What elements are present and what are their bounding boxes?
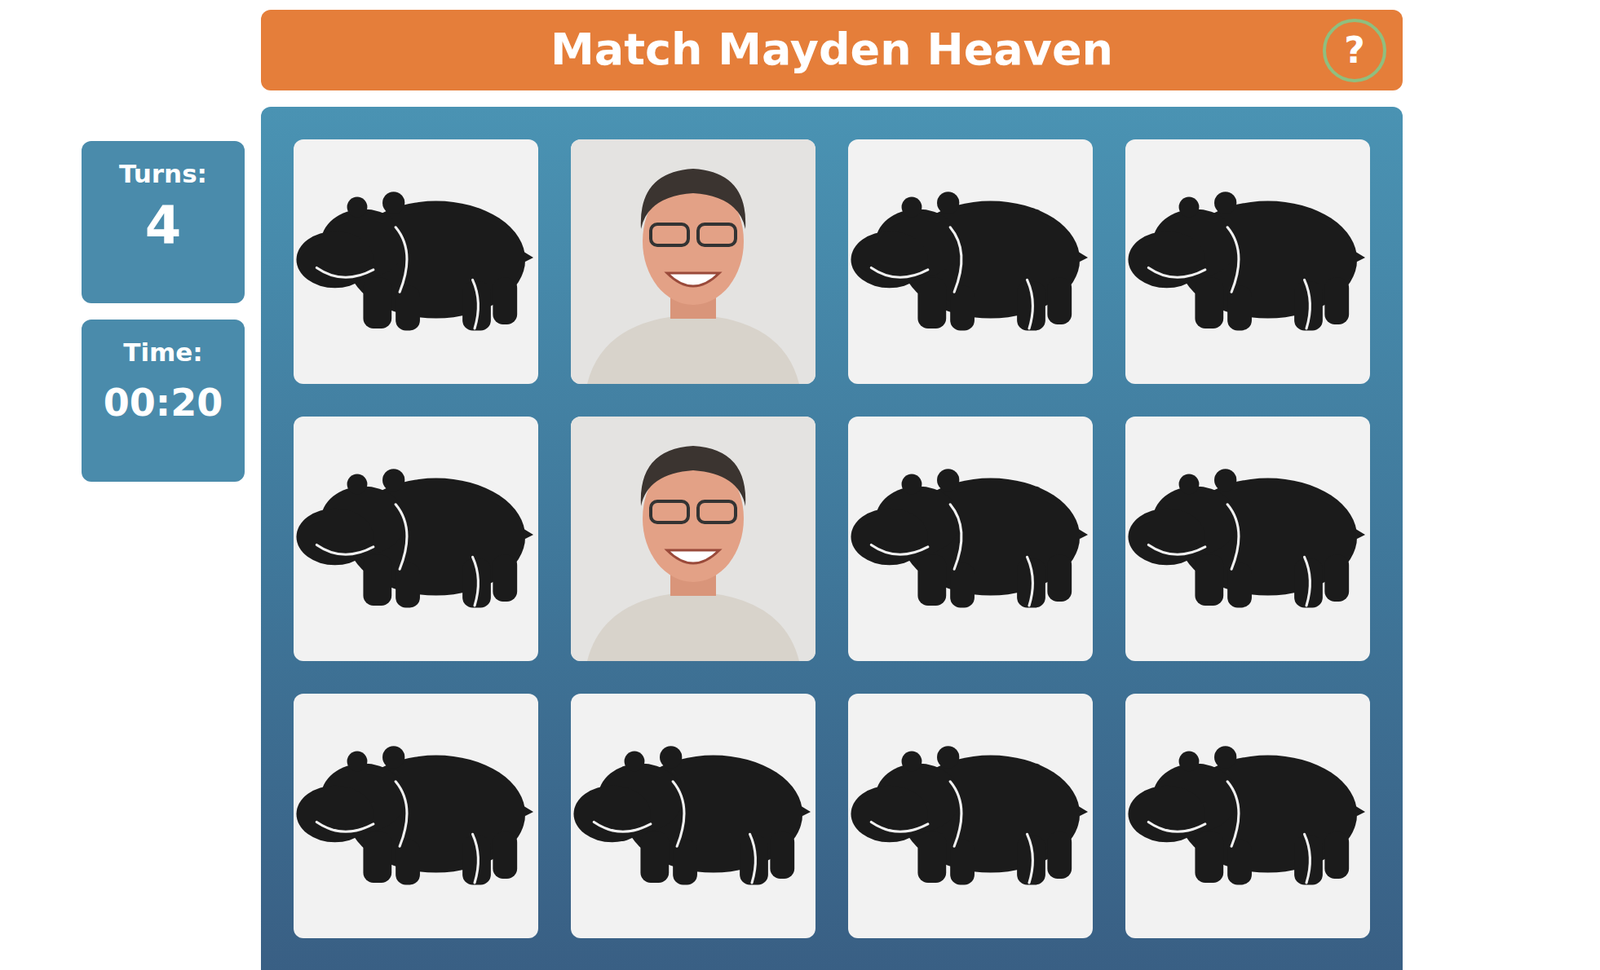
hippo-icon [294, 457, 538, 621]
stat-label: Turns: [89, 159, 237, 190]
help-button[interactable]: ? [1322, 18, 1387, 83]
memory-card[interactable] [1125, 693, 1371, 939]
memory-card[interactable] [1125, 416, 1371, 662]
card-board [260, 106, 1403, 970]
stat-label: Time: [89, 337, 237, 368]
memory-card[interactable] [570, 416, 816, 662]
memory-card[interactable] [1125, 139, 1371, 385]
stat-box: Turns:4 [81, 141, 245, 304]
stat-value: 4 [89, 192, 237, 261]
title-bar: Match Mayden Heaven? [260, 9, 1403, 91]
memory-card[interactable] [293, 139, 539, 385]
hippo-icon [571, 734, 815, 898]
hippo-icon [1126, 457, 1370, 621]
memory-card[interactable] [570, 693, 816, 939]
stat-value: 00:20 [89, 379, 237, 429]
hippo-icon [294, 734, 538, 898]
hippo-icon [1126, 180, 1370, 344]
stats-panel: Turns:4 Time: 00:20 [81, 141, 245, 970]
game-title: Match Mayden Heaven [550, 23, 1114, 77]
player-photo [570, 416, 816, 662]
hippo-icon [294, 180, 538, 344]
hippo-icon [1126, 734, 1370, 898]
memory-card[interactable] [570, 139, 816, 385]
memory-card[interactable] [848, 139, 1093, 385]
hippo-icon [848, 734, 1092, 898]
stat-box: Time: 00:20 [81, 319, 245, 482]
hippo-icon [848, 457, 1092, 621]
hippo-icon [848, 180, 1092, 344]
memory-card[interactable] [848, 416, 1093, 662]
game-area: Match Mayden Heaven? [260, 0, 1403, 970]
memory-card[interactable] [293, 416, 539, 662]
memory-card[interactable] [848, 693, 1093, 939]
player-photo [570, 139, 816, 385]
memory-card[interactable] [293, 693, 539, 939]
